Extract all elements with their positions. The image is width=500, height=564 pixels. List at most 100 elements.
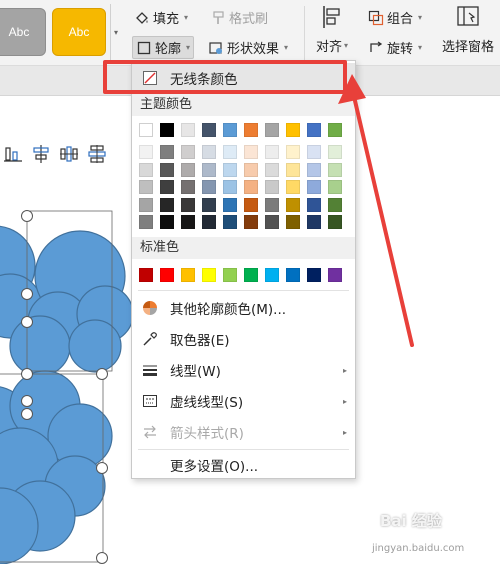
fill-label: 填充	[153, 12, 180, 27]
outline-button[interactable]: 轮廓 ▾	[132, 36, 195, 59]
theme-color-swatch[interactable]	[139, 145, 153, 159]
theme-color-swatch[interactable]	[265, 180, 279, 194]
theme-color-swatch[interactable]	[286, 215, 300, 229]
ribbon-divider	[304, 6, 305, 60]
theme-color-swatch[interactable]	[307, 180, 321, 194]
theme-color-swatch[interactable]	[202, 197, 216, 212]
resize-handle[interactable]	[96, 552, 108, 564]
dash-type-item[interactable]: 虚线线型(S) ▸	[132, 386, 355, 416]
theme-color-swatch[interactable]	[181, 145, 195, 159]
theme-color-swatch[interactable]	[244, 162, 258, 177]
theme-color-swatch[interactable]	[202, 145, 216, 159]
group-button[interactable]: 组合 ▾	[368, 8, 422, 27]
format-painter-button[interactable]: 格式刷	[210, 8, 268, 27]
theme-color-swatch[interactable]	[265, 145, 279, 159]
eyedropper-icon	[142, 331, 158, 347]
theme-color-swatch[interactable]	[286, 197, 300, 212]
theme-color-swatch[interactable]	[307, 123, 321, 137]
selection-pane-button[interactable]: 选择窗格	[442, 4, 494, 55]
eyedropper-item[interactable]: 取色器(E)	[132, 324, 355, 354]
theme-color-swatch[interactable]	[139, 123, 153, 137]
theme-color-swatch[interactable]	[307, 145, 321, 159]
theme-color-swatch[interactable]	[307, 162, 321, 177]
distribute-vertical-icon[interactable]	[86, 143, 108, 165]
cloud-shapes[interactable]	[0, 196, 140, 564]
outline-label: 轮廓	[155, 42, 182, 57]
arrow-style-item[interactable]: 箭头样式(R) ▸	[132, 417, 355, 447]
theme-color-swatch[interactable]	[265, 197, 279, 212]
line-type-item[interactable]: 线型(W) ▸	[132, 355, 355, 385]
theme-color-swatch[interactable]	[139, 215, 153, 229]
standard-color-swatch[interactable]	[202, 268, 216, 282]
theme-color-swatch[interactable]	[181, 162, 195, 177]
resize-handle[interactable]	[96, 368, 108, 380]
theme-color-swatch[interactable]	[244, 180, 258, 194]
resize-handle[interactable]	[21, 395, 33, 407]
resize-handle[interactable]	[21, 288, 33, 300]
standard-color-swatch[interactable]	[265, 268, 279, 282]
format-painter-icon	[210, 10, 226, 26]
theme-color-swatch[interactable]	[160, 145, 174, 159]
theme-color-swatch[interactable]	[286, 162, 300, 177]
theme-color-swatch[interactable]	[223, 145, 237, 159]
theme-color-swatch[interactable]	[223, 180, 237, 194]
resize-handle[interactable]	[21, 316, 33, 328]
theme-color-swatch[interactable]	[160, 197, 174, 212]
resize-handle[interactable]	[21, 408, 33, 420]
theme-color-swatch[interactable]	[160, 123, 174, 137]
theme-color-swatch[interactable]	[244, 123, 258, 137]
shape-style-swatch-orange[interactable]: Abc	[52, 8, 106, 56]
theme-color-swatch[interactable]	[160, 215, 174, 229]
standard-color-swatch[interactable]	[139, 268, 153, 282]
theme-color-swatch[interactable]	[223, 197, 237, 212]
theme-color-swatch[interactable]	[265, 215, 279, 229]
theme-color-swatch[interactable]	[160, 162, 174, 177]
distribute-horizontal-icon[interactable]	[58, 143, 80, 165]
theme-color-swatch[interactable]	[202, 180, 216, 194]
resize-handle[interactable]	[21, 210, 33, 222]
theme-color-swatch[interactable]	[244, 145, 258, 159]
shape-effect-button[interactable]: 形状效果 ▾	[208, 38, 288, 57]
theme-color-swatch[interactable]	[265, 162, 279, 177]
theme-color-swatch[interactable]	[139, 162, 153, 177]
standard-color-swatch[interactable]	[181, 268, 195, 282]
theme-color-swatch[interactable]	[181, 123, 195, 137]
standard-color-swatch[interactable]	[307, 268, 321, 282]
align-bottom-icon[interactable]	[2, 143, 24, 165]
theme-color-swatch[interactable]	[244, 215, 258, 229]
theme-color-swatch[interactable]	[181, 197, 195, 212]
theme-color-swatch[interactable]	[307, 215, 321, 229]
theme-color-swatch[interactable]	[265, 123, 279, 137]
theme-color-swatch[interactable]	[202, 162, 216, 177]
theme-color-swatch[interactable]	[223, 162, 237, 177]
more-settings-item[interactable]: 更多设置(O)...	[132, 450, 355, 480]
chevron-down-icon: ▾	[184, 13, 189, 22]
theme-color-swatch[interactable]	[160, 180, 174, 194]
theme-color-swatch[interactable]	[181, 215, 195, 229]
shape-style-swatch-gray[interactable]: Abc	[0, 8, 46, 56]
theme-color-swatch[interactable]	[286, 145, 300, 159]
fill-button[interactable]: 填充 ▾	[134, 8, 188, 27]
rotate-button[interactable]: 旋转 ▾	[368, 38, 422, 57]
theme-color-swatch[interactable]	[139, 180, 153, 194]
theme-color-swatch[interactable]	[223, 215, 237, 229]
theme-color-swatch[interactable]	[244, 197, 258, 212]
theme-color-swatch[interactable]	[286, 180, 300, 194]
theme-color-swatch[interactable]	[202, 215, 216, 229]
standard-color-swatch[interactable]	[286, 268, 300, 282]
theme-color-swatch[interactable]	[202, 123, 216, 137]
standard-color-swatch[interactable]	[160, 268, 174, 282]
theme-color-swatch[interactable]	[286, 123, 300, 137]
theme-color-swatch[interactable]	[181, 180, 195, 194]
resize-handle[interactable]	[21, 368, 33, 380]
standard-color-swatch[interactable]	[223, 268, 237, 282]
resize-handle[interactable]	[96, 462, 108, 474]
style-gallery-more-button[interactable]: ▾	[110, 4, 124, 62]
theme-color-swatch[interactable]	[223, 123, 237, 137]
theme-color-swatch[interactable]	[139, 197, 153, 212]
align-button[interactable]: 对齐 ▾	[316, 4, 348, 55]
standard-color-swatch[interactable]	[244, 268, 258, 282]
align-center-horizontal-icon[interactable]	[30, 143, 52, 165]
more-outline-colors-item[interactable]: 其他轮廓颜色(M)...	[132, 293, 355, 323]
theme-color-swatch[interactable]	[307, 197, 321, 212]
